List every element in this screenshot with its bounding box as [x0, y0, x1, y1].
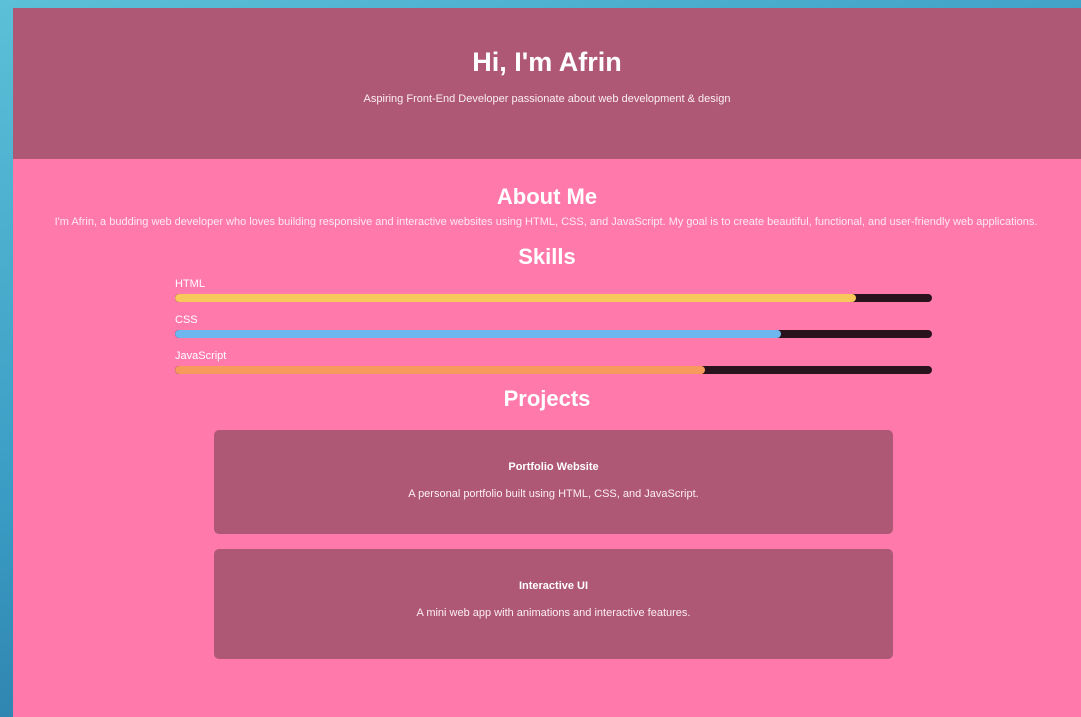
- skill-label: HTML: [175, 278, 205, 290]
- projects-section: Projects Portfolio Website A personal po…: [13, 385, 1081, 659]
- skill-progress-fill: [175, 294, 857, 302]
- about-section: About Me I'm Afrin, a budding web develo…: [13, 183, 1081, 229]
- project-card-interactive-ui[interactable]: Interactive UI A mini web app with anima…: [214, 549, 893, 659]
- project-card-portfolio-website[interactable]: Portfolio Website A personal portfolio b…: [214, 430, 893, 534]
- skill-progress-bar: [175, 366, 932, 374]
- project-title: Interactive UI: [518, 580, 589, 592]
- page-title: Hi, I'm Afrin: [472, 47, 622, 77]
- skill-progress-fill: [175, 366, 705, 374]
- skill-javascript: JavaScript: [175, 350, 932, 374]
- project-description: A personal portfolio built using HTML, C…: [408, 488, 699, 500]
- skill-progress-bar: [175, 294, 932, 302]
- skills-heading: Skills: [518, 244, 576, 269]
- skill-label: JavaScript: [175, 350, 227, 362]
- project-title: Portfolio Website: [508, 461, 599, 473]
- page-subtitle: Aspiring Front-End Developer passionate …: [363, 93, 731, 105]
- portfolio-page: Hi, I'm Afrin Aspiring Front-End Develop…: [13, 8, 1081, 717]
- skill-progress-fill: [175, 330, 781, 338]
- skills-section: Skills HTML CSS JavaScript: [13, 243, 1081, 374]
- about-heading: About Me: [496, 184, 598, 209]
- skill-html: HTML: [175, 278, 932, 302]
- skills-list: HTML CSS JavaScript: [175, 278, 932, 374]
- about-text: I'm Afrin, a budding web developer who l…: [54, 216, 1038, 228]
- project-description: A mini web app with animations and inter…: [416, 607, 691, 619]
- projects-heading: Projects: [503, 386, 591, 411]
- skill-progress-bar: [175, 330, 932, 338]
- skill-css: CSS: [175, 314, 932, 338]
- skill-label: CSS: [175, 314, 198, 326]
- hero-header: Hi, I'm Afrin Aspiring Front-End Develop…: [13, 8, 1081, 159]
